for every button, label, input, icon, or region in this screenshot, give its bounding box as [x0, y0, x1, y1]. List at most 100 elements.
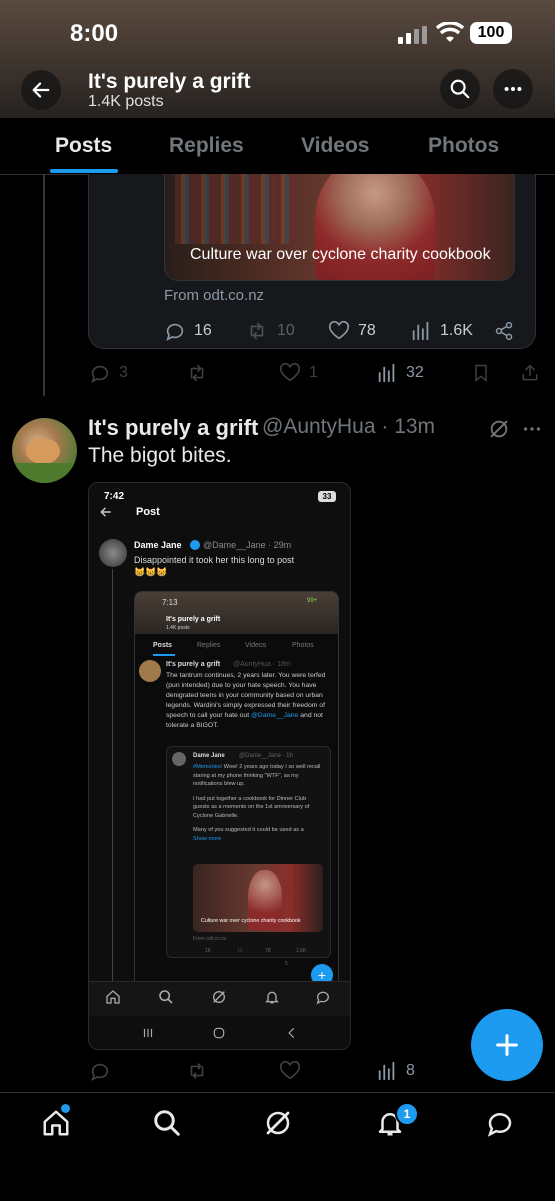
nav-search[interactable]	[152, 1108, 182, 1143]
reply-icon	[166, 323, 184, 341]
quoted-reply-count: 16	[194, 322, 212, 339]
views-chart-icon	[378, 363, 395, 383]
more-button[interactable]	[493, 69, 533, 109]
link-card-caption: Culture war over cyclone charity cookboo…	[190, 246, 491, 263]
quoted-repost-metric[interactable]: 10	[245, 320, 295, 342]
inner-mention: @Dame__Jane	[251, 712, 299, 719]
home-unread-dot	[61, 1104, 70, 1113]
tab-posts[interactable]: Posts	[55, 134, 112, 158]
compose-button[interactable]	[471, 1009, 543, 1081]
prev-repost-action[interactable]	[185, 362, 209, 389]
nav-messages[interactable]	[485, 1108, 515, 1143]
shot-bell-icon	[264, 989, 280, 1010]
link-source[interactable]: From odt.co.nz	[164, 287, 264, 304]
shot-header: Post	[136, 506, 160, 518]
bookshelf-decoration	[175, 174, 295, 244]
tab-videos[interactable]: Videos	[301, 134, 369, 158]
shot-back-chevron-icon	[285, 1026, 299, 1045]
thread-connector	[43, 174, 45, 396]
reply-icon	[91, 365, 109, 383]
views-count: 8	[406, 1062, 415, 1079]
prev-reply-action[interactable]: 3	[89, 362, 128, 384]
prev-views-count: 32	[406, 364, 424, 381]
inner-metric-views2: 5	[285, 961, 288, 967]
share-icon[interactable]	[494, 321, 514, 346]
nav-grok[interactable]	[263, 1108, 293, 1143]
inner-quote-body: #Memories! Wow! 2 years ago today I so w…	[193, 763, 323, 843]
link-card-image[interactable]	[164, 174, 515, 281]
inner-avatar	[139, 660, 161, 682]
share-icon[interactable]	[520, 362, 540, 389]
grok-icon	[266, 1111, 290, 1135]
post-text: The bigot bites.	[88, 444, 232, 467]
views-action[interactable]: 8	[376, 1060, 415, 1082]
shot-handle: @Dame__Jane · 29m	[203, 540, 292, 550]
nav-notifications[interactable]: 1	[375, 1102, 419, 1143]
repost-icon	[190, 1063, 204, 1079]
quoted-views-count: 1.6K	[440, 322, 473, 339]
plus-icon	[496, 1034, 518, 1056]
inner-tab-replies: Replies	[197, 642, 221, 649]
inner-tab-posts: Posts	[153, 642, 173, 649]
inner-show-more: Show more	[193, 835, 222, 842]
like-icon	[279, 1060, 301, 1080]
quoted-reply-metric[interactable]: 16	[164, 320, 212, 342]
inner-subtitle: 1.4K posts	[166, 625, 190, 631]
repost-action[interactable]	[185, 1060, 209, 1087]
tab-bar: Posts Replies Videos Photos	[0, 118, 555, 175]
author-name[interactable]: It's purely a grift	[88, 415, 258, 441]
quoted-views-metric[interactable]: 1.6K	[410, 320, 473, 342]
grok-icon[interactable]	[488, 418, 510, 445]
author-handle[interactable]: @AuntyHua · 13m	[262, 415, 435, 439]
author-avatar[interactable]	[12, 418, 77, 483]
like-icon	[279, 362, 301, 382]
prev-reply-count: 3	[119, 364, 128, 381]
inner-metric-likes: 78	[265, 948, 271, 954]
shot-back-arrow-icon	[99, 505, 113, 524]
reply-action[interactable]	[89, 1060, 111, 1087]
more-dots-icon	[504, 86, 522, 92]
inner-tab-photos: Photos	[292, 642, 314, 649]
inner-quote-text2: I had put together a cookbook for Dinner…	[193, 795, 310, 819]
prev-like-action[interactable]: 1	[279, 362, 318, 384]
shot-author: Dame Jane	[134, 540, 182, 550]
inner-quote-avatar	[172, 752, 186, 766]
post-more-icon[interactable]	[521, 418, 543, 445]
shot-verified-icon	[190, 540, 200, 550]
signal-icon	[398, 26, 428, 44]
like-icon	[328, 320, 350, 340]
repost-icon	[190, 364, 204, 382]
inner-time: 7:13	[162, 598, 178, 607]
tab-replies[interactable]: Replies	[169, 134, 244, 158]
inner-battery: 99+	[307, 598, 318, 604]
post-image[interactable]: 7:42 33 Post Dame Jane @Dame__Jane · 29m…	[88, 482, 351, 1050]
nav-home[interactable]	[41, 1104, 71, 1143]
bookmark-icon[interactable]	[471, 362, 491, 389]
prev-views-action[interactable]: 32	[376, 362, 424, 384]
inner-quote-handle: @Dame__Jane · 1h	[239, 753, 293, 759]
back-button[interactable]	[21, 70, 61, 110]
wifi-icon	[435, 21, 465, 44]
repost-icon	[250, 322, 264, 340]
inner-screenshot: 7:13 99+ It's purely a grift 1.4K posts …	[134, 591, 339, 1013]
inner-link-caption: Culture war over cyclone charity cookboo…	[201, 918, 301, 924]
inner-text: The tantrum continues, 2 years later. Yo…	[166, 671, 329, 731]
search-button[interactable]	[440, 69, 480, 109]
active-tab-indicator	[50, 169, 118, 173]
shot-home-circle-icon	[212, 1026, 226, 1045]
search-icon	[450, 79, 470, 99]
views-chart-icon	[412, 321, 429, 341]
person-photo	[315, 174, 435, 280]
reply-icon	[91, 1063, 109, 1081]
inner-author: It's purely a grift	[166, 661, 221, 668]
quoted-like-metric[interactable]: 78	[328, 320, 376, 342]
shot-grok-icon	[211, 989, 227, 1010]
tab-photos[interactable]: Photos	[428, 134, 499, 158]
grass-decoration	[12, 463, 77, 483]
inner-metric-replies: 16	[205, 948, 211, 954]
search-icon	[154, 1110, 180, 1136]
inner-tab-videos: Videos	[245, 642, 267, 649]
shot-recents-icon	[141, 1026, 155, 1045]
battery-icon: 100	[470, 22, 512, 44]
like-action[interactable]	[279, 1060, 301, 1087]
